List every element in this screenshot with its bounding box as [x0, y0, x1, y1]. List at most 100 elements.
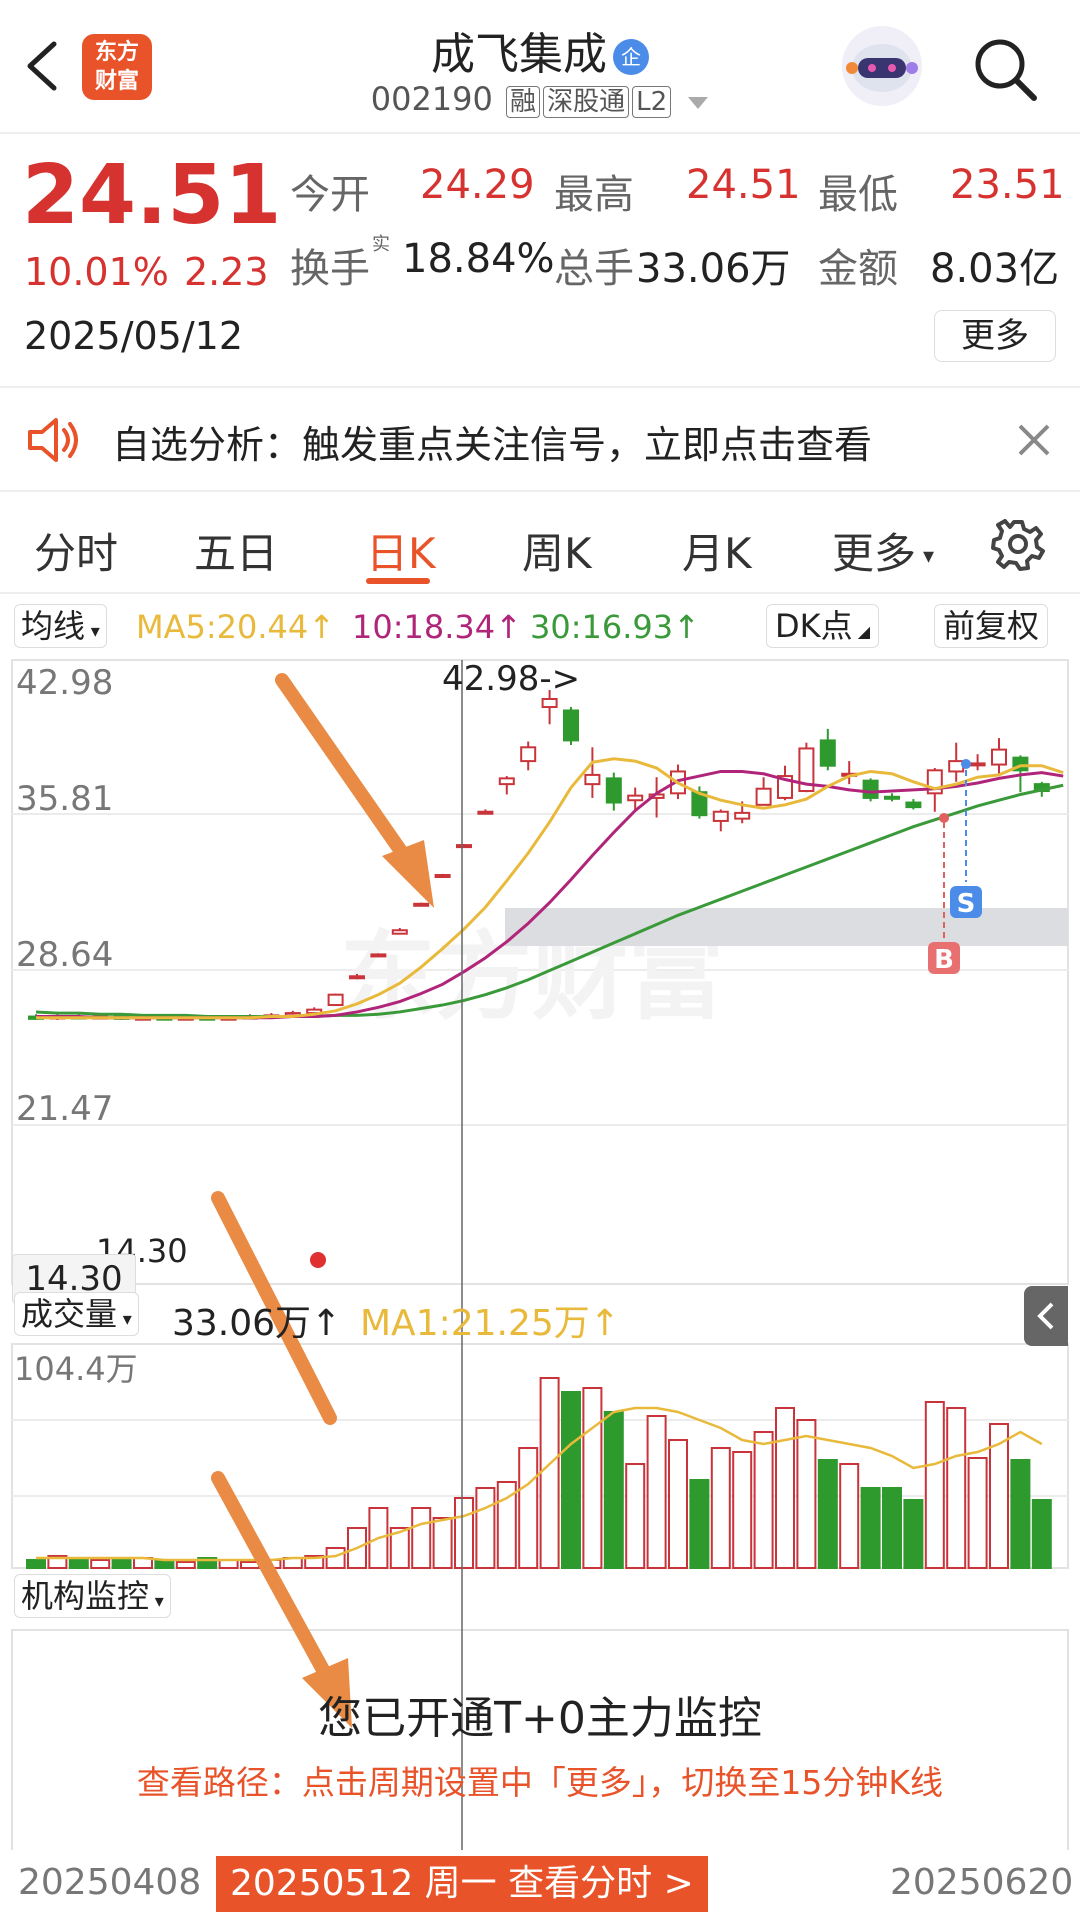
volume-bar [924, 1401, 945, 1569]
candle-up [948, 760, 965, 773]
max-price-marker: 42.98-> [442, 659, 580, 699]
signal-dot [961, 759, 971, 769]
tab-daily-k[interactable]: 日K [366, 520, 436, 581]
robot-avatar-icon[interactable] [842, 26, 922, 106]
signal-dot [310, 1252, 326, 1268]
kline-chart[interactable]: 东方财富 42.98 35.81 28.64 21.47 42.98-> 14.… [0, 650, 1080, 1850]
volume-bar [518, 1447, 539, 1569]
volume-bar [860, 1487, 881, 1569]
volume-bar [967, 1457, 988, 1569]
volume-bar [946, 1407, 967, 1569]
signal-dot [939, 813, 949, 823]
volume-bar [839, 1463, 860, 1569]
header: 东方 财富 成飞集成企 002190 融深股通 L2 [0, 0, 1080, 134]
date-start: 20250408 [18, 1862, 202, 1903]
volume-bar [175, 1561, 196, 1569]
divider [0, 386, 1080, 388]
volume-bar [689, 1479, 710, 1569]
candle-up [584, 773, 601, 786]
candle-down [563, 709, 579, 742]
candle-up [498, 777, 515, 786]
amount-value: 8.03亿 [930, 246, 1060, 292]
volume-bar [603, 1411, 624, 1569]
price-axis-label: 42.98 [16, 663, 113, 703]
monitor-path: 查看路径：点击周期设置中「更多」，切换至15分钟K线 [136, 1763, 944, 1802]
active-tab-indicator [366, 578, 430, 584]
volume-bar [668, 1439, 688, 1569]
close-icon[interactable] [1016, 422, 1052, 458]
current-date-button[interactable]: 20250512 周一 查看分时 > [216, 1856, 708, 1912]
quote-date: 2025/05/12 [24, 314, 244, 358]
enterprise-badge: 企 [613, 39, 649, 75]
open-label: 今开 [290, 172, 370, 218]
stock-name: 成飞集成 [431, 29, 607, 80]
high-value: 24.51 [686, 162, 801, 208]
volume-value: 33.06万 [636, 246, 791, 292]
ma10-value: 10:18.34↑ [352, 608, 522, 646]
turnover-superscript: 实 [372, 234, 390, 255]
monitor-title: 您已开通T+0主力监控 [318, 1693, 762, 1744]
more-button[interactable]: 更多 [934, 310, 1056, 362]
volume-bar [26, 1559, 46, 1569]
notice-text: 自选分析：触发重点关注信号，立即点击查看 [112, 423, 873, 467]
volume-bar [710, 1447, 731, 1569]
monitor-selector[interactable]: 机构监控 ▾ [14, 1574, 171, 1618]
ma30-value: 30:16.93↑ [530, 608, 700, 646]
tab-weekly-k[interactable]: 周K [522, 520, 592, 581]
volume-ma1: MA1:21.25万↑ [360, 1303, 620, 1344]
ma5-value: MA5:20.44↑ [136, 608, 336, 646]
notice-bar[interactable]: 自选分析：触发重点关注信号，立即点击查看 [0, 390, 1080, 490]
price-axis-label: 21.47 [16, 1089, 113, 1129]
support-band [505, 908, 1068, 946]
dropdown-icon[interactable] [687, 96, 709, 110]
chevron-left-icon [1037, 1302, 1054, 1330]
tab-intraday[interactable]: 分时 [34, 520, 118, 581]
volume-bar [582, 1387, 603, 1569]
ma-selector[interactable]: 均线 ▾ [14, 604, 107, 648]
tag-connect: 深股通 [543, 86, 630, 118]
price-axis-label: 28.64 [16, 935, 113, 975]
candle-up [541, 697, 558, 709]
turnover-label: 换手 [290, 246, 370, 292]
tab-monthly-k[interactable]: 月K [682, 520, 752, 581]
volume-bar [796, 1419, 817, 1569]
volume-current: 33.06万↑ [172, 1303, 342, 1344]
svg-text:S: S [957, 889, 976, 919]
tab-more[interactable]: 更多 ▾ [832, 520, 934, 581]
volume-bar [646, 1415, 667, 1569]
tag-l2: L2 [632, 86, 672, 118]
volume-bar [90, 1559, 111, 1569]
collapse-panel-button[interactable] [1024, 1286, 1068, 1346]
search-icon[interactable] [970, 34, 1042, 106]
volume-bar [432, 1517, 453, 1569]
candle-up [755, 787, 772, 806]
candle-up [434, 874, 451, 879]
tab-5day[interactable]: 五日 [194, 520, 278, 581]
annotation-arrow [275, 673, 434, 908]
gear-icon[interactable] [990, 516, 1046, 572]
candle-down [605, 777, 622, 804]
volume-bar [111, 1559, 132, 1569]
price-adjust-button[interactable]: 前复权 [934, 604, 1049, 648]
volume-bar [475, 1487, 496, 1569]
candle-up [456, 844, 472, 849]
volume-bar [539, 1377, 560, 1569]
volume-bar [732, 1451, 753, 1569]
open-value: 24.29 [420, 162, 535, 208]
candle-up [627, 794, 644, 802]
volume-bar [903, 1499, 924, 1569]
candle-up [370, 953, 387, 958]
candle-down [819, 739, 836, 767]
candle-down [905, 801, 922, 809]
volume-bar [68, 1557, 89, 1569]
volume-bar [625, 1463, 646, 1569]
candle-up [413, 902, 430, 907]
volume-selector[interactable]: 成交量 ▾ [14, 1292, 139, 1336]
tag-margin: 融 [506, 86, 541, 118]
candle-down [862, 779, 879, 799]
candle-up [969, 762, 986, 767]
volume-bar [240, 1561, 260, 1569]
candle-down [884, 795, 900, 800]
divider [0, 592, 1080, 594]
dk-point-button[interactable]: DK点 ◢ [766, 604, 880, 648]
